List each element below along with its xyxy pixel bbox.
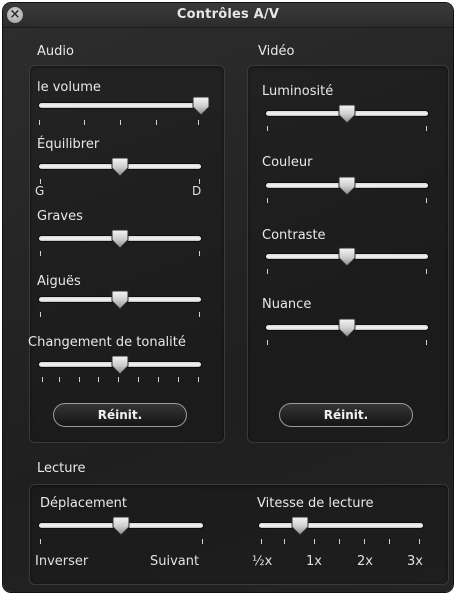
volume-tick [39, 120, 40, 125]
bass-tick [40, 251, 41, 256]
playback-speed-label: Vitesse de lecture [257, 496, 374, 511]
volume-label: le volume [37, 80, 101, 95]
jog-tick [40, 539, 41, 544]
volume-tick [156, 120, 157, 125]
playback-speed-tick [261, 539, 262, 544]
audio-section-label: Audio [37, 44, 74, 59]
hue-label: Nuance [262, 297, 312, 312]
bass-tick [199, 251, 200, 256]
pitch-shift-tick [158, 377, 159, 382]
contrast-label: Contraste [262, 228, 326, 243]
brightness-tick [267, 126, 268, 131]
pitch-shift-tick [138, 377, 139, 382]
audio-reset-button[interactable]: Réinit. [53, 403, 187, 427]
window-title: Contrôles A/V [176, 7, 280, 22]
brightness-tick [426, 126, 427, 131]
treble-label: Aiguës [37, 274, 81, 289]
video-section-label: Vidéo [258, 44, 295, 59]
color-label: Couleur [262, 155, 313, 170]
playback-speed-tick [419, 539, 420, 544]
av-controls-window: × Contrôles A/V Audio le volume Équilibr… [3, 3, 453, 592]
volume-tick [84, 120, 85, 125]
pitch-shift-tick [98, 377, 99, 382]
audio-panel [29, 65, 225, 443]
treble-tick [40, 312, 41, 317]
pitch-shift-tick [178, 377, 179, 382]
brightness-label: Luminosité [262, 84, 334, 99]
jog-reverse-label: Inverser [35, 554, 89, 569]
contrast-tick [267, 269, 268, 274]
pitch-shift-tick [59, 377, 60, 382]
jog-slider-thumb[interactable] [112, 516, 130, 536]
playback-speed-tick [364, 539, 365, 544]
playback-section-label: Lecture [37, 461, 86, 476]
treble-slider-thumb[interactable] [111, 290, 129, 310]
hue-tick [267, 340, 268, 345]
balance-tick [40, 179, 41, 184]
balance-right-label: D [192, 184, 202, 198]
hue-tick [426, 340, 427, 345]
speed-tick-label-3x: 3x [407, 554, 423, 569]
balance-slider-thumb[interactable] [111, 157, 129, 177]
balance-tick [199, 179, 200, 184]
pitch-shift-tick [198, 377, 199, 382]
pitch-shift-tick [118, 377, 119, 382]
bass-label: Graves [37, 209, 83, 224]
pitch-shift-slider-thumb[interactable] [111, 355, 129, 375]
pitch-shift-tick [79, 377, 80, 382]
balance-left-label: G [35, 184, 45, 198]
volume-slider-thumb[interactable] [192, 96, 210, 116]
color-slider-thumb[interactable] [338, 176, 356, 196]
contrast-tick [426, 269, 427, 274]
contrast-slider-thumb[interactable] [338, 247, 356, 267]
playback-speed-tick [389, 539, 390, 544]
speed-tick-label-2x: 2x [357, 554, 373, 569]
speed-tick-label-1x: 1x [306, 554, 322, 569]
pitch-shift-label: Changement de tonalité [28, 335, 186, 350]
color-tick [267, 198, 268, 203]
playback-speed-slider[interactable] [259, 523, 423, 528]
jog-tick [202, 539, 203, 544]
playback-speed-tick [314, 539, 315, 544]
volume-slider[interactable] [39, 103, 201, 108]
speed-tick-label-half: ½x [252, 554, 273, 569]
color-tick [426, 198, 427, 203]
playback-speed-tick [284, 539, 285, 544]
jog-forward-label: Suivant [150, 554, 200, 569]
video-reset-button[interactable]: Réinit. [279, 403, 413, 427]
bass-slider-thumb[interactable] [111, 229, 129, 249]
title-bar: × Contrôles A/V [3, 3, 453, 28]
hue-slider-thumb[interactable] [338, 318, 356, 338]
playback-speed-tick [339, 539, 340, 544]
balance-label: Équilibrer [37, 137, 100, 152]
playback-speed-slider-thumb[interactable] [291, 516, 309, 536]
jog-label: Déplacement [40, 496, 127, 511]
pitch-shift-tick [42, 377, 43, 382]
treble-tick [199, 312, 200, 317]
volume-tick [120, 120, 121, 125]
brightness-slider-thumb[interactable] [338, 104, 356, 124]
volume-tick [198, 120, 199, 125]
